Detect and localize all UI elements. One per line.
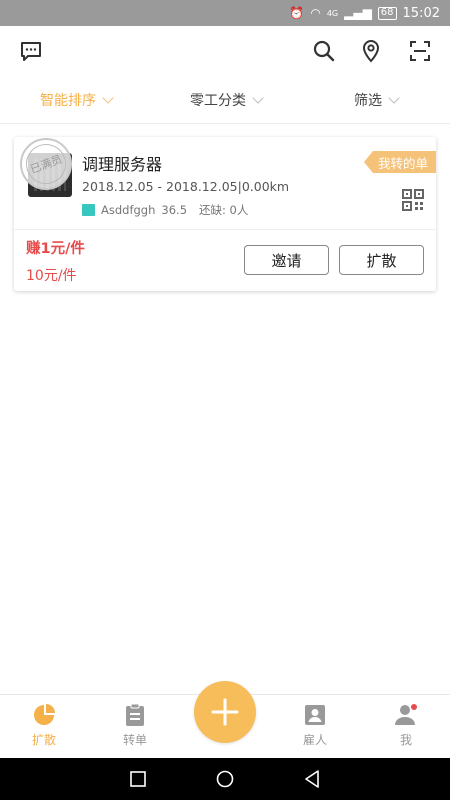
back-button[interactable] xyxy=(302,769,322,789)
person-icon xyxy=(394,703,418,727)
tab-spread[interactable]: 扩散 xyxy=(14,703,74,748)
job-company: Asddfggh xyxy=(101,203,156,217)
full-stamp-text: 已满员 xyxy=(20,138,72,190)
search-button[interactable] xyxy=(311,38,337,64)
tab-me[interactable]: 我 xyxy=(376,703,436,748)
message-button[interactable] xyxy=(18,38,44,64)
tab-hire-label: 雇人 xyxy=(302,733,327,747)
recent-apps-button[interactable] xyxy=(128,769,148,789)
tab-transfer[interactable]: 转单 xyxy=(105,703,165,748)
filter-category-label: 零工分类 xyxy=(190,93,246,109)
job-distance: 0.00km xyxy=(241,179,290,194)
qr-code-icon[interactable] xyxy=(402,189,424,211)
chevron-down-icon xyxy=(388,92,400,104)
system-nav-bar xyxy=(0,758,450,800)
contact-card-icon xyxy=(303,703,327,727)
full-stamp: 已满员 xyxy=(20,138,72,190)
plus-icon xyxy=(211,698,239,726)
network-label: 4G xyxy=(326,8,339,18)
card-divider xyxy=(14,229,436,230)
tab-transfer-label: 转单 xyxy=(122,733,147,747)
job-title: 调理服务器 xyxy=(82,155,163,174)
circle-icon xyxy=(216,770,234,788)
status-time: 15:02 xyxy=(402,5,440,21)
building-icon xyxy=(82,204,95,216)
job-price: 10元/件 xyxy=(26,268,77,284)
job-card[interactable]: 已满员 调理服务器 2018.12.05 - 2018.12.05|0.00km… xyxy=(14,137,436,291)
tab-spread-label: 扩散 xyxy=(31,733,56,747)
job-date-distance: 2018.12.05 - 2018.12.05|0.00km xyxy=(82,179,290,194)
signal-icon: ▂▄▆ xyxy=(344,6,372,20)
filter-category[interactable]: 零工分类 xyxy=(190,90,264,110)
alarm-icon: ⏰ xyxy=(289,6,305,20)
location-button[interactable] xyxy=(358,38,384,64)
status-bar: ⏰ ◠ 4G ▂▄▆ 68 15:02 xyxy=(0,0,450,26)
filter-screen-label: 筛选 xyxy=(354,93,382,109)
wifi-icon: ◠ xyxy=(310,6,321,20)
add-button[interactable] xyxy=(194,681,256,743)
app-header xyxy=(0,26,450,76)
filter-bar: 智能排序 零工分类 筛选 xyxy=(0,76,450,124)
scan-button[interactable] xyxy=(407,38,433,64)
tab-hire[interactable]: 雇人 xyxy=(285,703,345,748)
message-icon xyxy=(21,42,41,61)
back-triangle-icon xyxy=(305,770,319,788)
job-meta: Asddfggh 36.5 还缺: 0人 xyxy=(82,202,248,218)
battery-level: 68 xyxy=(380,7,394,18)
square-icon xyxy=(130,771,146,787)
job-date-range: 2018.12.05 - 2018.12.05 xyxy=(82,179,238,194)
home-button[interactable] xyxy=(215,769,235,789)
scan-icon xyxy=(410,41,430,61)
my-order-badge: 我转的单 xyxy=(363,151,436,173)
clipboard-icon xyxy=(123,703,147,727)
chevron-down-icon xyxy=(252,92,264,104)
pie-chart-icon xyxy=(32,703,56,727)
tab-me-label: 我 xyxy=(399,733,412,747)
chevron-down-icon xyxy=(102,92,114,104)
location-icon xyxy=(362,40,380,63)
search-icon xyxy=(313,40,335,62)
filter-sort[interactable]: 智能排序 xyxy=(40,90,114,110)
job-shortage: 还缺: 0人 xyxy=(199,203,249,217)
filter-sort-label: 智能排序 xyxy=(40,93,96,109)
invite-button[interactable]: 邀请 xyxy=(244,245,329,275)
job-score: 36.5 xyxy=(161,203,188,217)
job-earn: 赚1元/件 xyxy=(26,241,85,257)
battery-icon: 68 xyxy=(377,6,397,20)
filter-screen[interactable]: 筛选 xyxy=(354,90,400,110)
spread-button[interactable]: 扩散 xyxy=(339,245,424,275)
